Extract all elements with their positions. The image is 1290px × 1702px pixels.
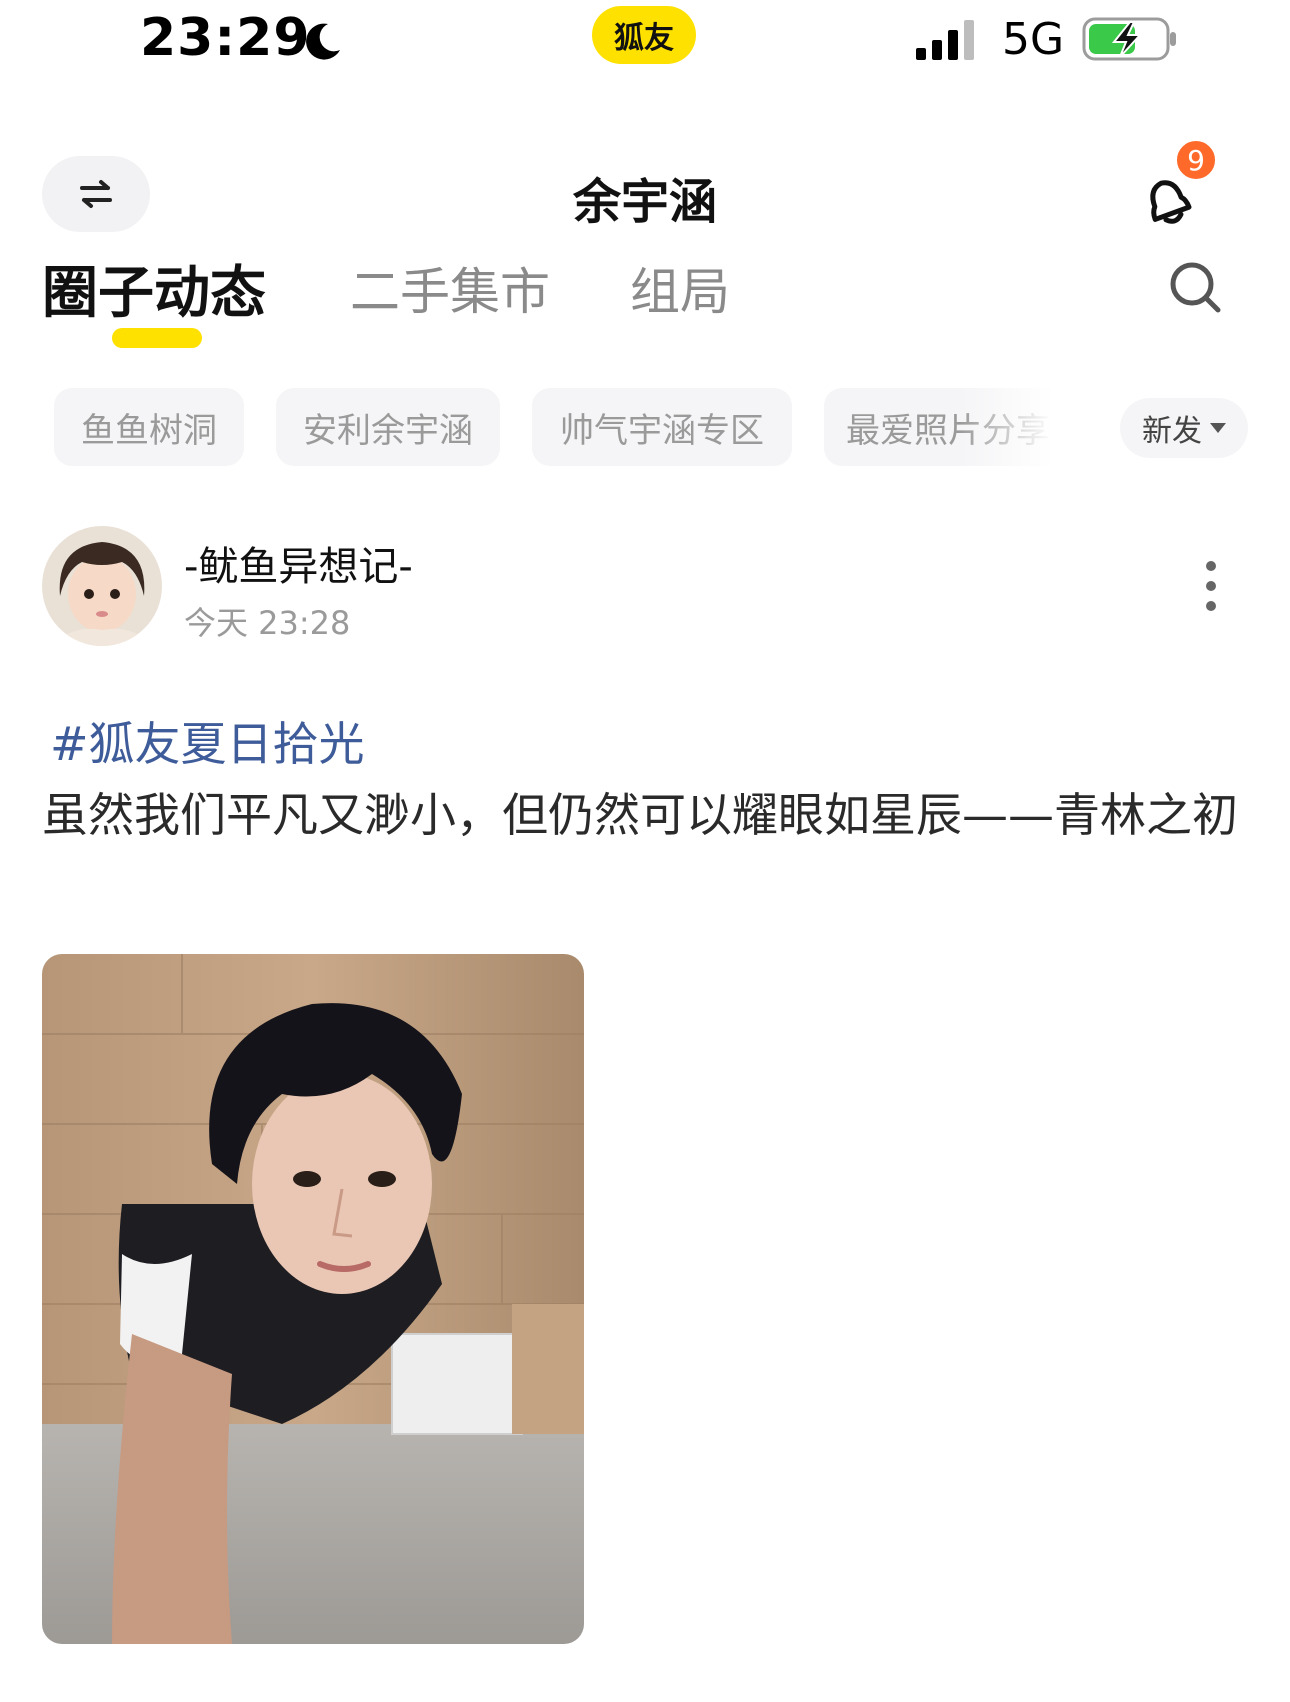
author-name[interactable]: -鱿鱼异想记-	[184, 534, 413, 592]
signal-icon	[916, 20, 974, 60]
topic-chip[interactable]: 鱼鱼树洞	[54, 388, 244, 466]
screen: 23:29 狐友 5G 余宇涵 9 圈子动态 二手集市 组局 鱼鱼树洞 安利余宇…	[0, 0, 1290, 1702]
notification-badge: 9	[1174, 138, 1218, 182]
tab-second-hand-market[interactable]: 二手集市	[350, 252, 550, 324]
app-name-pill[interactable]: 狐友	[592, 6, 696, 64]
status-bar: 23:29 狐友 5G	[0, 0, 1290, 90]
battery-charging-icon	[1082, 17, 1176, 61]
active-tab-indicator	[112, 328, 202, 348]
sort-label: 新发	[1142, 414, 1202, 449]
chip-row-fade	[960, 388, 1070, 468]
chevron-down-icon	[1210, 423, 1226, 433]
post-hashtag[interactable]: #狐友夏日拾光	[50, 708, 365, 774]
page-title: 余宇涵	[572, 174, 717, 230]
network-label: 5G	[1002, 14, 1065, 65]
tab-circle-feed[interactable]: 圈子动态	[42, 248, 266, 329]
post-action-bar-partial	[0, 1672, 1290, 1702]
author-avatar[interactable]	[42, 526, 162, 646]
post-photo-image	[42, 954, 584, 1644]
status-time: 23:29	[140, 8, 311, 68]
moon-icon	[306, 23, 340, 60]
sort-dropdown[interactable]: 新发	[1120, 398, 1248, 458]
topic-chip[interactable]: 帅气宇涵专区	[532, 388, 792, 466]
tab-meetups[interactable]: 组局	[630, 252, 730, 324]
search-icon[interactable]	[1166, 258, 1226, 318]
post-photo[interactable]	[42, 954, 584, 1644]
more-options-icon[interactable]	[1196, 556, 1226, 616]
topic-chip-row: 鱼鱼树洞 安利余宇涵 帅气宇涵专区 最爱照片分享	[0, 388, 1290, 468]
topic-chip[interactable]: 安利余宇涵	[276, 388, 500, 466]
avatar-image	[42, 526, 162, 646]
post-body-text: 虽然我们平凡又渺小，但仍然可以耀眼如星辰——青林之初	[42, 788, 1238, 842]
post-timestamp: 今天 23:28	[184, 604, 351, 642]
